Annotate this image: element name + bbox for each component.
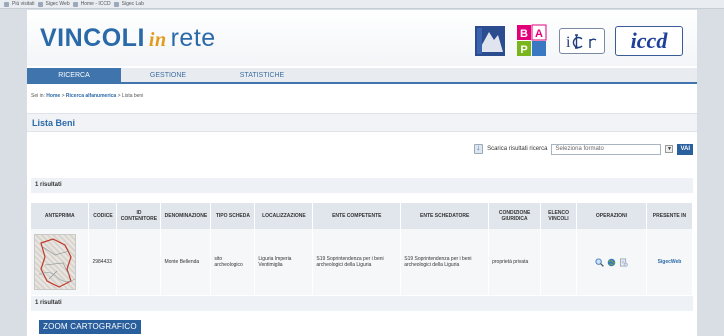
cell-presente-in: SigecWeb <box>646 229 694 295</box>
results-count: 1 risultati <box>31 178 693 193</box>
bookmark-home-iccd[interactable]: Home - ICCD <box>81 1 111 7</box>
icr-logo[interactable]: i <box>559 28 605 54</box>
col-header-presente-in: PRESENTE IN <box>646 203 694 229</box>
bookmark-sigec-web[interactable]: Sigec Web <box>46 1 70 7</box>
svg-text:i: i <box>566 34 571 51</box>
col-header-denominazione: DENOMINAZIONE <box>160 203 212 229</box>
breadcrumb-home[interactable]: Home <box>46 93 60 99</box>
main-nav: RICERCA GESTIONE STATISTICHE <box>27 68 697 84</box>
brand-rete: rete <box>170 24 216 52</box>
site-header: VINCOLI in rete B A P i iccd <box>27 10 697 66</box>
format-select-value: Seleziona formato <box>555 145 604 152</box>
col-header-id-contenitore: ID CONTENITORE <box>116 203 162 229</box>
breadcrumb-search[interactable]: Ricerca alfanumerica <box>66 93 116 99</box>
cell-codice: 2984433 <box>88 229 118 295</box>
iccd-logo-text: iccd <box>630 28 668 53</box>
brand-vincoli: VINCOLI <box>40 24 145 52</box>
bookmark-favorites[interactable]: Più visitati <box>12 1 35 7</box>
col-header-condizione-giuridica: CONDIZIONE GIURIDICA <box>488 203 542 229</box>
map-thumbnail-icon <box>38 238 76 288</box>
col-header-tipo-scheda: TIPO SCHEDA <box>210 203 256 229</box>
download-label: Scarica risultati ricerca <box>487 146 548 152</box>
tab-ricerca[interactable]: RICERCA <box>27 68 121 84</box>
magnifier-icon[interactable] <box>595 257 604 267</box>
cell-elenco-vincoli <box>540 229 578 295</box>
bookmarks-toolbar: Più visitati Sigec Web Home - ICCD Sigec… <box>0 0 724 9</box>
breadcrumb-separator: > <box>117 93 121 99</box>
col-header-codice: CODICE <box>88 203 118 229</box>
results-count-bottom: 1 risultati <box>31 296 693 311</box>
row-operations <box>580 257 643 267</box>
document-icon[interactable] <box>619 258 628 267</box>
download-icon[interactable] <box>474 143 484 154</box>
bookmark-icon <box>72 1 78 7</box>
results-table: ANTEPRIMA CODICE ID CONTENITORE DENOMINA… <box>31 203 694 295</box>
partner-logos: B A P i iccd <box>475 24 683 58</box>
svg-text:B: B <box>520 28 528 40</box>
tab-gestione[interactable]: GESTIONE <box>121 68 215 84</box>
zoom-cartografico-button[interactable]: ZOOM CARTOGRAFICO <box>39 320 141 334</box>
cell-ente-schedatore: S19 Soprintendenza per i beni archeologi… <box>400 229 490 295</box>
svg-text:A: A <box>535 28 543 40</box>
cell-tipo-scheda: sito archeologico <box>210 229 256 295</box>
breadcrumb: Sei in: Home > Ricerca alfanumerica > Li… <box>31 93 143 99</box>
col-header-elenco-vincoli: ELENCO VINCOLI <box>540 203 578 229</box>
tab-statistiche[interactable]: STATISTICHE <box>215 68 309 84</box>
bookmark-icon <box>113 1 119 7</box>
favorites-icon <box>4 1 9 7</box>
col-header-anteprima: ANTEPRIMA <box>31 203 90 229</box>
mibac-logo[interactable] <box>475 26 505 56</box>
cell-operazioni <box>576 229 647 295</box>
iccd-logo[interactable]: iccd <box>615 26 683 56</box>
bap-logo[interactable]: B A P <box>515 24 549 58</box>
table-row[interactable]: 2984433 Monte Bellenda sito archeologico… <box>31 229 694 295</box>
bookmark-sigec-lab[interactable]: Sigec Lab <box>122 1 144 7</box>
col-header-ente-competente: ENTE COMPETENTE <box>312 203 402 229</box>
breadcrumb-separator: > <box>61 93 65 99</box>
cell-condizione-giuridica: proprietà privata <box>488 229 542 295</box>
page-title: Lista Beni <box>27 113 697 132</box>
site-logo[interactable]: VINCOLI in rete <box>40 24 216 53</box>
cell-localizzazione: Liguria Imperia Ventimiglia <box>254 229 314 295</box>
brand-in: in <box>148 29 167 51</box>
format-select[interactable]: Seleziona formato <box>551 143 662 155</box>
thumbnail-image[interactable] <box>34 234 76 290</box>
vai-button[interactable]: VAI <box>677 143 693 155</box>
table-header-row: ANTEPRIMA CODICE ID CONTENITORE DENOMINA… <box>31 203 694 229</box>
svg-text:P: P <box>520 44 527 56</box>
bookmark-icon <box>37 1 43 7</box>
col-header-localizzazione: LOCALIZZAZIONE <box>254 203 314 229</box>
cell-id-contenitore <box>116 229 162 295</box>
cell-denominazione: Monte Bellenda <box>160 229 212 295</box>
page: VINCOLI in rete B A P i iccd RICERCA GES… <box>27 10 697 336</box>
col-header-operazioni: OPERAZIONI <box>576 203 647 229</box>
chevron-down-icon[interactable]: ▼ <box>665 145 674 153</box>
breadcrumb-current: Lista beni <box>121 93 144 99</box>
cell-ente-competente: S19 Soprintendenza per i beni archeologi… <box>312 229 402 295</box>
icr-mark-icon: i <box>566 34 597 51</box>
globe-icon[interactable] <box>607 258 616 267</box>
cell-anteprima <box>31 229 90 295</box>
breadcrumb-prefix: Sei in: <box>31 93 45 99</box>
col-header-ente-schedatore: ENTE SCHEDATORE <box>400 203 490 229</box>
download-controls: Scarica risultati ricerca Seleziona form… <box>474 143 693 155</box>
